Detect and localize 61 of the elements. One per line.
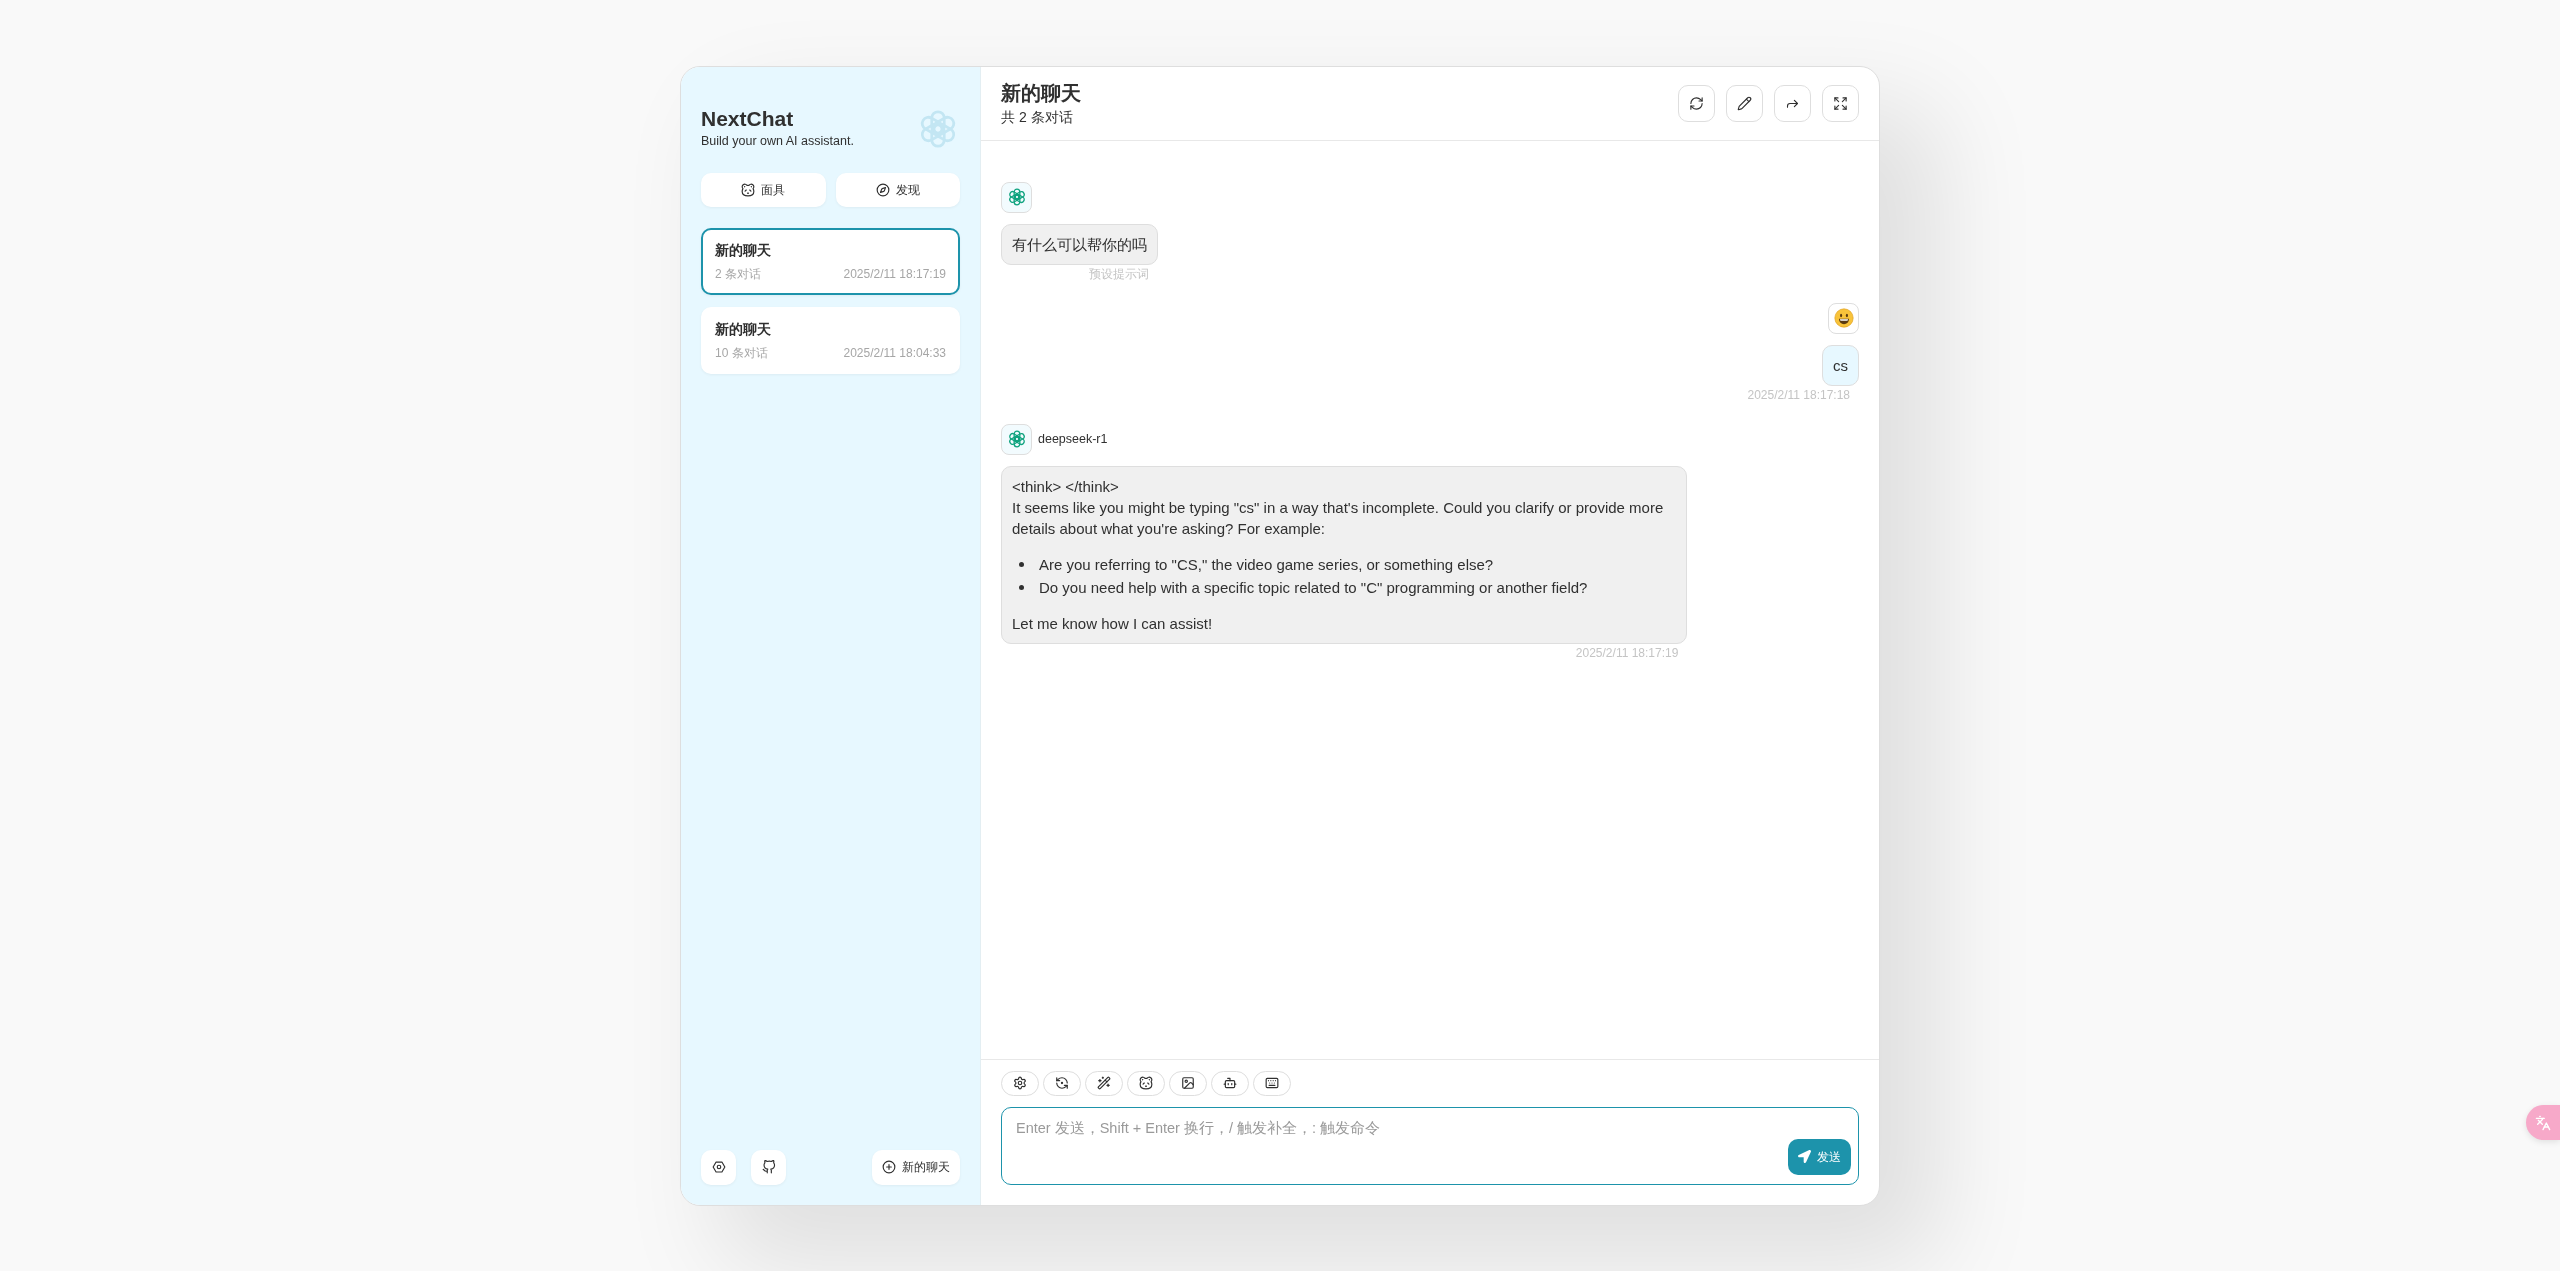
message-text: 有什么可以帮你的吗 <box>1012 234 1147 255</box>
send-button[interactable]: 发送 <box>1788 1138 1851 1175</box>
smiley-avatar-icon <box>1828 302 1859 334</box>
bot-avatar-icon <box>1001 423 1032 455</box>
refresh-icon <box>1689 95 1704 111</box>
app-title: NextChat <box>701 105 795 132</box>
compass-icon <box>875 182 890 197</box>
chat-heading: 新的聊天 <box>1001 81 1081 106</box>
message-text: <think> </think> <box>1012 476 1120 497</box>
pencil-icon <box>1737 95 1752 111</box>
settings-button[interactable] <box>701 1149 736 1185</box>
settings-icon <box>711 1160 726 1174</box>
github-button[interactable] <box>751 1149 786 1185</box>
bullet-icon <box>1019 584 1024 590</box>
keyboard-icon <box>1265 1076 1279 1090</box>
model-button[interactable] <box>1211 1070 1249 1096</box>
github-icon <box>761 1160 776 1174</box>
message-count: 2 条对话 <box>715 266 761 282</box>
bot-avatar-icon <box>1001 181 1032 213</box>
chat-subtitle: 共 2 条对话 <box>1001 108 1074 127</box>
image-icon <box>1181 1076 1195 1090</box>
settings-icon <box>1013 1076 1027 1090</box>
settings-button[interactable] <box>1001 1070 1039 1096</box>
message-caption: 预设提示词 <box>1089 265 1149 283</box>
rename-button[interactable] <box>1726 84 1763 122</box>
refresh-button[interactable] <box>1678 84 1715 122</box>
mask-button[interactable] <box>1127 1070 1165 1096</box>
prompt-button[interactable] <box>1085 1070 1123 1096</box>
sidebar-button[interactable]: 发现 <box>835 172 960 207</box>
translate-icon <box>2535 1114 2551 1131</box>
message-text: cs <box>1833 355 1848 376</box>
image-button[interactable] <box>1169 1070 1207 1096</box>
sidebar-button[interactable]: 面具 <box>701 172 826 207</box>
magic-wand-icon <box>1097 1076 1111 1090</box>
message-caption: 2025/2/11 18:17:19 <box>1575 644 1679 662</box>
shortcut-button[interactable] <box>1253 1070 1291 1096</box>
model-name: deepseek-r1 <box>1038 430 1108 448</box>
list-item: Are you referring to "CS," the video game series, or something else? <box>1039 554 1494 575</box>
panda-icon <box>1139 1076 1153 1090</box>
message-count: 10 条对话 <box>715 345 768 361</box>
robot-icon <box>1223 1076 1237 1090</box>
chat-title: 新的聊天 <box>715 320 772 339</box>
panda-icon <box>741 182 756 197</box>
chat-item[interactable]: 新的聊天 2 条对话 2025/2/11 18:17:19 <box>701 227 960 295</box>
chat-item[interactable]: 新的聊天 10 条对话 2025/2/11 18:04:33 <box>701 306 960 374</box>
theme-button[interactable] <box>1043 1070 1081 1096</box>
fullscreen-button[interactable] <box>1822 84 1859 122</box>
new-chat-button[interactable]: 新的聊天 <box>872 1149 960 1185</box>
message-text: It seems like you might be typing "cs" in a way that's incomplete. Could you clarify or provide more details about what you're asking? For example: <box>1012 497 1665 539</box>
bullet-icon <box>1019 561 1024 567</box>
plus-circle-icon <box>882 1160 896 1174</box>
chat-title: 新的聊天 <box>715 241 772 260</box>
message-caption: 2025/2/11 18:17:18 <box>1747 386 1850 404</box>
list-item: Do you need help with a specific topic related to "C" programming or another field? <box>1039 577 1588 598</box>
expand-icon <box>1833 95 1848 111</box>
chat-date: 2025/2/11 18:17:19 <box>843 266 946 282</box>
message-text: Let me know how I can assist! <box>1012 613 1214 634</box>
chat-date: 2025/2/11 18:04:33 <box>843 345 946 361</box>
app-subtitle: Build your own AI assistant. <box>701 132 854 149</box>
send-arrow-icon <box>1798 1150 1811 1163</box>
circular-arrows-icon <box>1055 1076 1069 1090</box>
